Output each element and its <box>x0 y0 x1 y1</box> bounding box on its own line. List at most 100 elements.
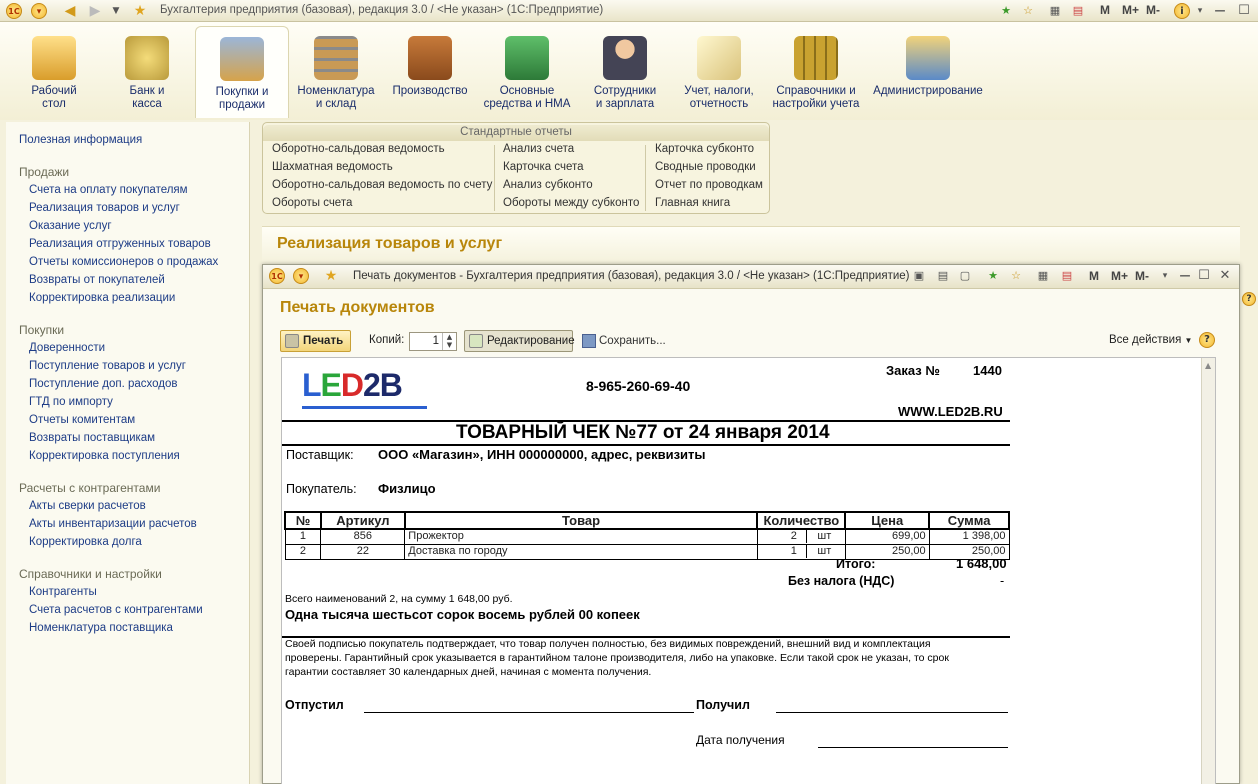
close-icon[interactable]: ✕ <box>1217 268 1233 284</box>
section-taxes-reporting[interactable]: Учет, налоги, отчетность <box>676 26 762 118</box>
vat-label: Без налога (НДС) <box>788 574 895 588</box>
column-divider <box>645 145 646 211</box>
section-desktop[interactable]: Рабочий стол <box>10 26 98 118</box>
table-row: 1 856 Прожектор 2 шт 699,00 1 398,00 <box>284 528 1010 545</box>
nav-link[interactable]: Акты инвентаризации расчетов <box>29 518 197 530</box>
report-link[interactable]: Обороты счета <box>272 197 352 209</box>
report-link[interactable]: Шахматная ведомость <box>272 161 393 173</box>
memory-m-minus-button[interactable]: M- <box>1146 3 1160 17</box>
vertical-scrollbar[interactable]: ▲ <box>1201 358 1215 784</box>
report-link[interactable]: Анализ субконто <box>503 179 593 191</box>
add-favorite-icon[interactable]: ★ <box>998 3 1014 19</box>
help-icon[interactable]: ? <box>1242 292 1256 306</box>
print-button[interactable]: Печать <box>280 330 351 352</box>
section-purchases-sales[interactable]: Покупки и продажи <box>195 26 289 118</box>
memory-m-plus-button[interactable]: M+ <box>1111 269 1128 283</box>
stepper-arrows-icon[interactable]: ▲ ▼ <box>442 333 456 350</box>
more-dropdown-icon[interactable]: ▾ <box>1157 268 1173 284</box>
nav-link[interactable]: Доверенности <box>29 342 105 354</box>
released-signature-line <box>364 712 694 713</box>
favorites-list-icon[interactable]: ☆ <box>1008 268 1024 284</box>
nav-link[interactable]: ГТД по импорту <box>29 396 113 408</box>
favorites-star-icon[interactable]: ★ <box>132 3 148 19</box>
useful-info-link[interactable]: Полезная информация <box>19 134 142 146</box>
maximize-icon[interactable]: ☐ <box>1236 3 1252 19</box>
preview-icon[interactable]: ▢ <box>957 268 973 284</box>
nav-link[interactable]: Корректировка поступления <box>29 450 180 462</box>
nav-link[interactable]: Счета на оплату покупателям <box>29 184 188 196</box>
report-link[interactable]: Карточка счета <box>503 161 584 173</box>
minimize-icon[interactable]: — <box>1212 3 1228 19</box>
nav-link[interactable]: Поступление доп. расходов <box>29 378 178 390</box>
calendar-icon[interactable]: ▤ <box>1059 268 1075 284</box>
nav-link[interactable]: Контрагенты <box>29 586 97 598</box>
copies-stepper[interactable]: 1 ▲ ▼ <box>409 332 457 351</box>
floppy-disk-icon <box>582 334 596 348</box>
add-favorite-icon[interactable]: ★ <box>985 268 1001 284</box>
section-administration[interactable]: Администрирование <box>872 26 984 118</box>
maximize-icon[interactable]: ☐ <box>1196 268 1212 284</box>
memory-m-button[interactable]: M <box>1089 269 1099 283</box>
section-production[interactable]: Производство <box>386 26 474 118</box>
printer-icon[interactable]: ▤ <box>935 268 951 284</box>
nav-link[interactable]: Возвраты от покупателей <box>29 274 165 286</box>
forward-arrow-icon[interactable]: ▶ <box>87 3 103 19</box>
report-link[interactable]: Сводные проводки <box>655 161 756 173</box>
save-disk-icon[interactable]: ▣ <box>911 268 927 284</box>
row-price: 699,00 <box>844 528 930 545</box>
section-bank-cash[interactable]: Банк и касса <box>104 26 190 118</box>
report-link[interactable]: Анализ счета <box>503 143 574 155</box>
nav-link[interactable]: Оказание услуг <box>29 220 112 232</box>
nav-link[interactable]: Корректировка долга <box>29 536 142 548</box>
background-form-edge: ? <box>1240 226 1258 784</box>
section-fixed-assets[interactable]: Основные средства и НМА <box>478 26 576 118</box>
report-link[interactable]: Обороты между субконто <box>503 197 639 209</box>
nav-link[interactable]: Акты сверки расчетов <box>29 500 146 512</box>
memory-m-minus-button[interactable]: M- <box>1135 269 1149 283</box>
info-dropdown-icon[interactable]: ▾ <box>1192 3 1208 19</box>
nav-link[interactable]: Поступление товаров и услуг <box>29 360 186 372</box>
nav-link[interactable]: Номенклатура поставщика <box>29 622 173 634</box>
window-menu-icon[interactable]: ▾ <box>293 268 309 284</box>
calculator-icon[interactable]: ▦ <box>1047 3 1063 19</box>
help-icon[interactable]: ? <box>1199 332 1215 348</box>
minimize-icon[interactable]: — <box>1177 268 1193 284</box>
nav-link[interactable]: Корректировка реализации <box>29 292 175 304</box>
favorites-star-icon[interactable]: ★ <box>323 268 339 284</box>
nav-link[interactable]: Реализация отгруженных товаров <box>29 238 211 250</box>
nav-link[interactable]: Реализация товаров и услуг <box>29 202 180 214</box>
nav-link[interactable]: Отчеты комитентам <box>29 414 135 426</box>
desk-icon <box>32 36 76 80</box>
copies-value[interactable]: 1 <box>433 335 439 347</box>
order-label: Заказ № <box>886 363 940 378</box>
section-references-settings[interactable]: Справочники и настройки учета <box>768 26 864 118</box>
scroll-up-icon[interactable]: ▲ <box>1205 361 1211 370</box>
edit-toggle-button[interactable]: Редактирование <box>464 330 575 352</box>
main-menu-icon[interactable]: ▾ <box>31 3 47 19</box>
report-link[interactable]: Отчет по проводкам <box>655 179 763 191</box>
info-icon[interactable]: i <box>1174 3 1190 19</box>
calendar-icon[interactable]: ▤ <box>1070 3 1086 19</box>
report-link[interactable]: Карточка субконто <box>655 143 754 155</box>
save-as-button[interactable]: Сохранить... <box>581 331 666 351</box>
report-link[interactable]: Оборотно-сальдовая ведомость <box>272 143 445 155</box>
memory-m-button[interactable]: M <box>1100 3 1110 17</box>
back-arrow-icon[interactable]: ◀ <box>62 3 78 19</box>
nav-link[interactable]: Возвраты поставщикам <box>29 432 155 444</box>
app-logo-icon[interactable]: 1C <box>269 268 285 284</box>
factory-icon <box>505 36 549 80</box>
main-form-title: Реализация товаров и услуг <box>277 235 503 252</box>
app-logo-icon[interactable]: 1C <box>6 3 22 19</box>
all-actions-menu[interactable]: Все действия ▼ <box>1109 334 1192 346</box>
nav-link[interactable]: Счета расчетов с контрагентами <box>29 604 203 616</box>
nav-link[interactable]: Отчеты комиссионеров о продажах <box>29 256 218 268</box>
memory-m-plus-button[interactable]: M+ <box>1122 3 1139 17</box>
favorites-list-icon[interactable]: ☆ <box>1020 3 1036 19</box>
report-link[interactable]: Главная книга <box>655 197 730 209</box>
section-employees[interactable]: Сотрудники и зарплата <box>583 26 667 118</box>
report-link[interactable]: Оборотно-сальдовая ведомость по счету <box>272 179 492 191</box>
calculator-icon[interactable]: ▦ <box>1035 268 1051 284</box>
section-nomenclature[interactable]: Номенклатура и склад <box>294 26 378 118</box>
column-header: Товар <box>403 511 759 530</box>
history-dropdown-icon[interactable]: ▼ <box>108 3 124 19</box>
